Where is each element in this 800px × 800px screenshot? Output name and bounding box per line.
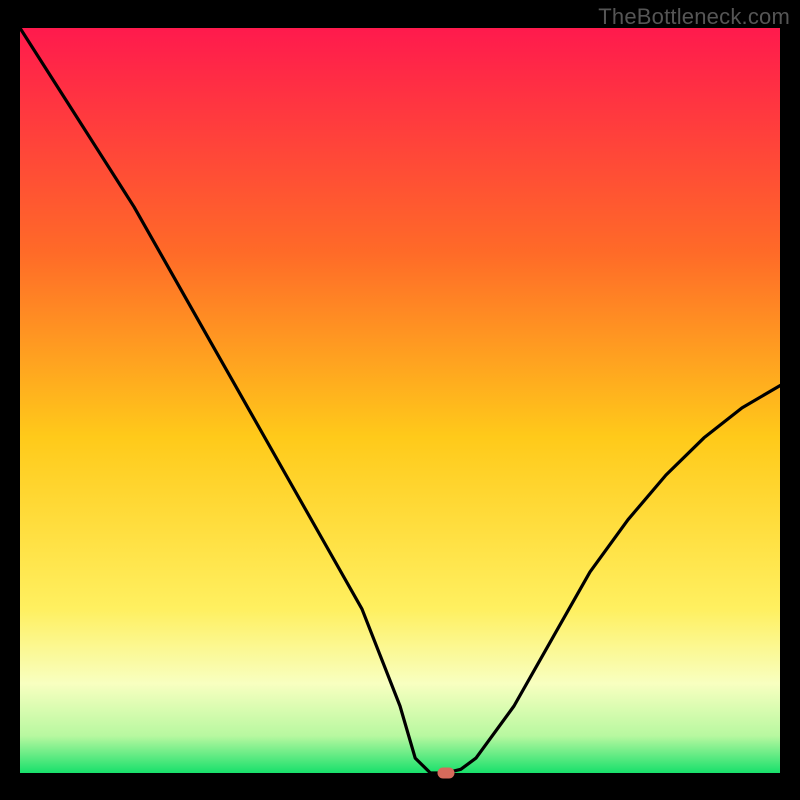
bottleneck-plot (20, 28, 780, 773)
watermark-text: TheBottleneck.com (598, 4, 790, 30)
optimum-marker (437, 768, 454, 779)
chart-container: TheBottleneck.com (0, 0, 800, 800)
gradient-background (20, 28, 780, 773)
